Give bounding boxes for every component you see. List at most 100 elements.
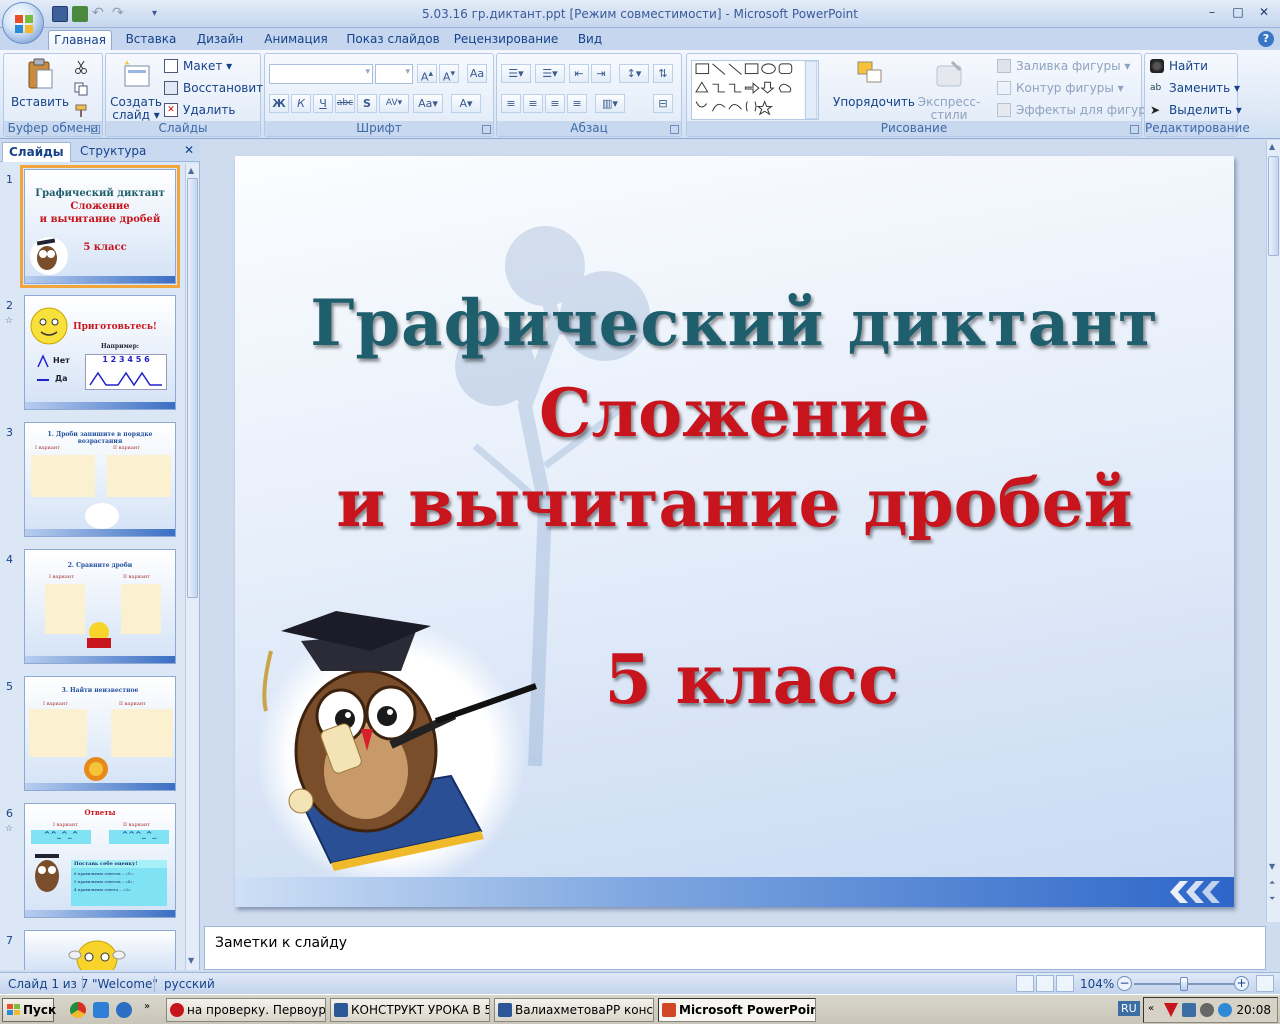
language-indicator[interactable]: русский [164,977,215,991]
help-icon[interactable]: ? [1258,31,1274,47]
cut-icon[interactable] [74,60,88,74]
slide-thumbnail-6[interactable]: Ответы I вариант II вариант ^^_^_^ ^^^_^… [24,803,176,918]
reset-button[interactable]: Восстановить [164,79,270,97]
tab-insert[interactable]: Вставка [122,30,180,50]
clock[interactable]: 20:08 [1236,1003,1271,1017]
previous-slide-icon[interactable]: ⏶ [1269,878,1275,888]
replace-button[interactable]: ab Заменить ▾ [1150,79,1240,97]
find-button[interactable]: Найти [1150,57,1208,75]
format-painter-icon[interactable] [74,104,88,118]
email-icon[interactable] [93,1002,109,1018]
antivirus-icon[interactable] [1164,1003,1178,1017]
minimize-button[interactable]: – [1200,3,1224,21]
network-icon[interactable] [1182,1003,1196,1017]
font-color-icon[interactable]: A▾ [451,94,481,113]
close-pane-icon[interactable]: ✕ [184,143,194,157]
shape-effects-button[interactable]: Эффекты для фигур ▾ [997,101,1156,119]
tab-review[interactable]: Рецензирование [452,30,560,50]
taskbar-item-word1[interactable]: КОНСТРУКТ УРОКА В 5 ... [330,998,490,1022]
slide-sorter-icon[interactable] [1036,975,1054,992]
new-slide-button[interactable]: Создать слайд ▾ [110,58,162,122]
tab-design[interactable]: Дизайн [191,30,249,50]
input-language[interactable]: RU [1118,1001,1140,1016]
clipboard-launcher-icon[interactable] [91,125,100,134]
taskbar-item-powerpoint[interactable]: Microsoft PowerPoint ... [658,998,816,1022]
slide-thumbnail-5[interactable]: 3. Найти неизвестное I вариант II вариан… [24,676,176,791]
font-launcher-icon[interactable] [482,125,491,134]
slide-subtitle-line2[interactable]: и вычитание дробей [235,464,1234,542]
office-button[interactable] [2,2,44,44]
paragraph-launcher-icon[interactable] [670,125,679,134]
theme-name[interactable]: "Welcome" [92,977,158,991]
text-direction-icon[interactable]: ⇅ [653,64,673,83]
start-button[interactable]: Пуск [2,998,56,1022]
change-case-icon[interactable]: Aa▾ [413,94,443,113]
align-text-icon[interactable]: ⊟ [653,94,673,113]
notes-pane[interactable]: Заметки к слайду [204,926,1266,970]
tab-animation[interactable]: Анимация [260,30,332,50]
italic-icon[interactable]: К [291,94,311,113]
shrink-font-icon[interactable]: A▾ [439,64,459,84]
scroll-down-icon[interactable]: ▼ [1269,862,1275,871]
drawing-launcher-icon[interactable] [1130,125,1139,134]
taskbar-item-word2[interactable]: ВалиахметоваРР конст... [494,998,654,1022]
media-icon[interactable] [116,1002,132,1018]
select-button[interactable]: ➤ Выделить ▾ [1150,101,1242,119]
volume-icon[interactable] [1200,1003,1214,1017]
tab-slides[interactable]: Слайды [2,142,71,162]
underline-icon[interactable]: Ч [313,94,333,113]
align-center-icon[interactable]: ≡ [523,94,543,113]
maximize-button[interactable]: □ [1226,3,1250,21]
shadow-icon[interactable]: S [357,94,377,113]
grow-font-icon[interactable]: A▴ [417,64,437,84]
align-right-icon[interactable]: ≡ [545,94,565,113]
char-spacing-icon[interactable]: AV▾ [379,94,409,113]
shape-outline-button[interactable]: Контур фигуры ▾ [997,79,1124,97]
next-slide-icon[interactable]: ⏷ [1269,894,1275,904]
slide-thumbnail-3[interactable]: 1. Дроби запишите в порядке возрастания … [24,422,176,537]
owl-teacher-picture[interactable] [241,601,541,886]
copy-icon[interactable] [74,82,88,96]
slide-thumbnail-2[interactable]: Приготовьтесь! Например: 1 2 3 4 5 6 Нет… [24,295,176,410]
numbering-icon[interactable]: ☰▾ [535,64,565,83]
zoom-level[interactable]: 104% [1080,977,1114,991]
slide-subtitle-line1[interactable]: Сложение [235,374,1234,452]
update-icon[interactable] [1218,1003,1232,1017]
slide-thumbnail-7[interactable] [24,930,176,970]
close-button[interactable]: ✕ [1252,3,1276,21]
scroll-up-icon[interactable]: ▲ [188,166,194,175]
delete-slide-button[interactable]: ✕ Удалить [164,101,236,119]
align-left-icon[interactable]: ≡ [501,94,521,113]
tray-expand-icon[interactable]: « [1148,1003,1154,1014]
notes-placeholder[interactable]: Заметки к слайду [215,935,347,951]
tab-slideshow[interactable]: Показ слайдов [345,30,441,50]
font-size-field[interactable]: ▾ [375,64,413,84]
justify-icon[interactable]: ≡ [567,94,587,113]
slides-pane-scrollbar[interactable]: ▲ ▼ [185,164,199,970]
decrease-indent-icon[interactable]: ⇤ [569,64,589,83]
zoom-in-icon[interactable]: + [1234,976,1249,991]
layout-button[interactable]: Макет ▾ [164,57,232,75]
slide-scrollbar[interactable]: ▲ ▼ ⏶ ⏷ [1266,140,1280,922]
bold-icon[interactable]: Ж [269,94,289,113]
arrange-button[interactable]: Упорядочить [833,58,915,109]
clear-format-icon[interactable]: Aa [467,64,487,83]
font-name-field[interactable]: ▾ [269,64,373,84]
slide-thumbnail-4[interactable]: 2. Сравните дроби I вариант II вариант [24,549,176,664]
slide-title[interactable]: Графический диктант [235,286,1234,361]
quick-styles-button[interactable]: Экспресс-стили [907,58,991,122]
normal-view-icon[interactable] [1016,975,1034,992]
more-icon[interactable]: » [144,1001,150,1012]
tab-home[interactable]: Главная [48,30,112,50]
tab-outline[interactable]: Структура [80,142,146,162]
scroll-down-icon[interactable]: ▼ [188,956,194,965]
line-spacing-icon[interactable]: ↕▾ [619,64,649,83]
increase-indent-icon[interactable]: ⇥ [591,64,611,83]
chrome-icon[interactable] [70,1002,86,1018]
taskbar-item-browser[interactable]: на проверку. Первоура... [166,998,326,1022]
tab-view[interactable]: Вид [572,30,608,50]
scroll-up-icon[interactable]: ▲ [1269,142,1275,151]
slide-thumbnail-1[interactable]: Графический диктант Сложение и вычитание… [20,165,180,288]
fit-slide-icon[interactable] [1256,975,1274,992]
shapes-gallery[interactable] [691,60,819,120]
